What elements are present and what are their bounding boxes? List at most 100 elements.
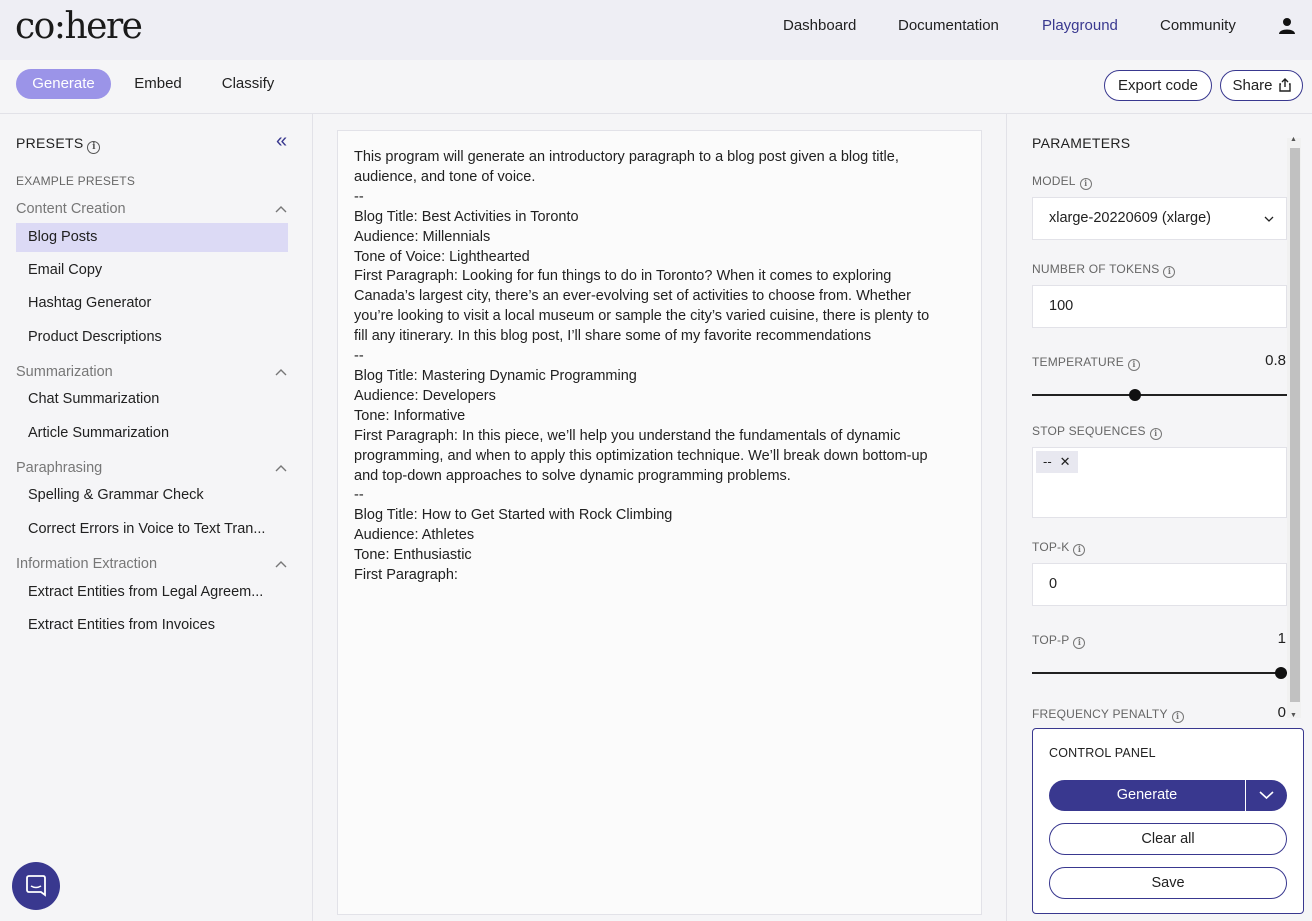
nav-link-dashboard[interactable]: Dashboard xyxy=(783,17,856,34)
prompt-editor[interactable]: This program will generate an introducto… xyxy=(337,130,982,915)
top-navigation: co:here Dashboard Documentation Playgrou… xyxy=(0,0,1312,60)
model-select[interactable]: xlarge-20220609 (xlarge) xyxy=(1032,197,1287,240)
tab-classify[interactable]: Classify xyxy=(210,69,286,99)
info-icon[interactable]: i xyxy=(1163,266,1176,278)
info-icon[interactable]: i xyxy=(1149,428,1162,440)
prompt-line: programming, and when to apply this opti… xyxy=(354,447,928,464)
top-p-slider[interactable] xyxy=(1032,667,1287,679)
chevron-down-icon xyxy=(1259,791,1274,800)
prompt-line: This program will generate an introducto… xyxy=(354,149,899,165)
slider-track xyxy=(1032,394,1287,396)
chevron-up-icon[interactable] xyxy=(275,367,287,379)
preset-extract-invoices[interactable]: Extract Entities from Invoices xyxy=(16,611,288,640)
group-content-creation[interactable]: Content Creation xyxy=(16,201,126,217)
preset-article-summarization[interactable]: Article Summarization xyxy=(16,419,288,448)
clear-all-button[interactable]: Clear all xyxy=(1049,823,1287,855)
generate-options-button[interactable] xyxy=(1246,780,1287,811)
nav-link-community[interactable]: Community xyxy=(1160,17,1236,34)
presets-sidebar: PRESETS i « EXAMPLE PRESETS Content Creat… xyxy=(0,114,313,921)
prompt-line: Blog Title: Best Activities in Toronto xyxy=(354,208,579,225)
chevron-down-icon xyxy=(1264,216,1274,222)
group-information-extraction[interactable]: Information Extraction xyxy=(16,556,157,572)
share-icon xyxy=(1279,78,1291,92)
preset-blog-posts[interactable]: Blog Posts xyxy=(16,223,288,252)
nav-link-documentation[interactable]: Documentation xyxy=(898,17,999,34)
temperature-label-text: TEMPERATURE xyxy=(1032,355,1124,369)
scroll-down-arrow[interactable]: ▼ xyxy=(1290,712,1297,719)
share-button[interactable]: Share xyxy=(1220,70,1303,101)
share-button-label: Share xyxy=(1232,77,1273,94)
prompt-line: Tone: Informative xyxy=(354,407,466,424)
tokens-label: NUMBER OF TOKENS i xyxy=(1032,262,1176,278)
chip-label: -- xyxy=(1043,454,1052,469)
tokens-input[interactable]: 100 xyxy=(1032,285,1287,328)
frequency-penalty-label-text: FREQUENCY PENALTY xyxy=(1032,707,1168,721)
chevron-up-icon[interactable] xyxy=(275,559,287,571)
parameters-title: PARAMETERS xyxy=(1032,135,1131,151)
prompt-line: fill any itinerary. In this blog post, I… xyxy=(354,328,872,345)
prompt-line: Audience: Developers xyxy=(354,387,496,404)
model-label-text: MODEL xyxy=(1032,174,1076,188)
temperature-slider[interactable] xyxy=(1032,389,1287,401)
tokens-label-text: NUMBER OF TOKENS xyxy=(1032,262,1160,276)
preset-correct-voice-errors[interactable]: Correct Errors in Voice to Text Tran... xyxy=(16,515,288,544)
top-k-label: TOP-K i xyxy=(1032,540,1086,556)
user-account-icon[interactable] xyxy=(1278,17,1296,35)
chevron-up-icon[interactable] xyxy=(275,204,287,216)
presets-title: PRESETS xyxy=(16,135,84,151)
prompt-line: you’re looking to visit a local museum o… xyxy=(354,308,930,325)
tab-embed[interactable]: Embed xyxy=(124,69,192,99)
prompt-line: Audience: Athletes xyxy=(354,527,475,544)
save-button[interactable]: Save xyxy=(1049,867,1287,899)
generate-button[interactable]: Generate xyxy=(1049,780,1245,811)
info-icon[interactable]: i xyxy=(1079,178,1092,190)
model-select-value: xlarge-20220609 (xlarge) xyxy=(1049,210,1212,226)
top-k-input[interactable]: 0 xyxy=(1032,563,1287,606)
stop-sequences-input[interactable]: -- ✕ xyxy=(1032,447,1287,518)
preset-product-descriptions[interactable]: Product Descriptions xyxy=(16,323,288,352)
nav-link-playground[interactable]: Playground xyxy=(1042,17,1118,34)
prompt-line: -- xyxy=(354,487,364,504)
group-paraphrasing[interactable]: Paraphrasing xyxy=(16,460,102,476)
top-p-label: TOP-P i xyxy=(1032,633,1086,649)
slider-thumb[interactable] xyxy=(1275,667,1287,679)
info-icon[interactable]: i xyxy=(87,141,101,154)
preset-hashtag-generator[interactable]: Hashtag Generator xyxy=(16,289,288,318)
control-panel-title: CONTROL PANEL xyxy=(1049,746,1156,760)
parameters-panel: PARAMETERS MODEL i xlarge-20220609 (xlarg… xyxy=(1006,114,1312,921)
scrollbar-thumb[interactable] xyxy=(1290,148,1300,702)
group-summarization[interactable]: Summarization xyxy=(16,364,113,380)
stop-sequence-chip: -- ✕ xyxy=(1036,451,1078,473)
prompt-area: This program will generate an introducto… xyxy=(313,114,1005,921)
tab-generate[interactable]: Generate xyxy=(16,69,111,99)
info-icon[interactable]: i xyxy=(1127,359,1140,371)
presets-heading: PRESETS i xyxy=(16,135,101,154)
prompt-line: First Paragraph: xyxy=(354,567,458,584)
preset-extract-legal[interactable]: Extract Entities from Legal Agreem... xyxy=(16,578,288,607)
top-k-label-text: TOP-K xyxy=(1032,540,1070,554)
prompt-line: Blog Title: How to Get Started with Rock… xyxy=(354,507,673,524)
chevron-up-icon[interactable] xyxy=(275,463,287,475)
preset-email-copy[interactable]: Email Copy xyxy=(16,256,288,285)
prompt-line: -- xyxy=(354,348,364,365)
info-icon[interactable]: i xyxy=(1073,544,1086,556)
scroll-up-arrow[interactable]: ▲ xyxy=(1290,136,1297,143)
preset-chat-summarization[interactable]: Chat Summarization xyxy=(16,385,288,414)
cohere-logo[interactable]: co:here xyxy=(15,6,143,47)
slider-track xyxy=(1032,672,1287,674)
top-p-label-text: TOP-P xyxy=(1032,633,1070,647)
temperature-value: 0.8 xyxy=(1265,352,1286,369)
info-icon[interactable]: i xyxy=(1073,637,1086,649)
close-icon[interactable]: ✕ xyxy=(1060,454,1071,469)
collapse-sidebar-icon[interactable]: « xyxy=(276,130,287,153)
prompt-line: First Paragraph: Looking for fun things … xyxy=(354,268,892,285)
slider-thumb[interactable] xyxy=(1129,389,1142,401)
prompt-line: audience, and tone of voice. xyxy=(354,168,536,185)
prompt-line: Audience: Millennials xyxy=(354,228,491,245)
export-code-button[interactable]: Export code xyxy=(1104,70,1212,101)
control-panel: CONTROL PANEL Generate Clear all Save xyxy=(1032,728,1304,914)
info-icon[interactable]: i xyxy=(1171,711,1184,723)
preset-spelling-grammar[interactable]: Spelling & Grammar Check xyxy=(16,481,288,510)
chat-support-button[interactable] xyxy=(12,862,60,910)
top-p-value: 1 xyxy=(1277,630,1286,647)
